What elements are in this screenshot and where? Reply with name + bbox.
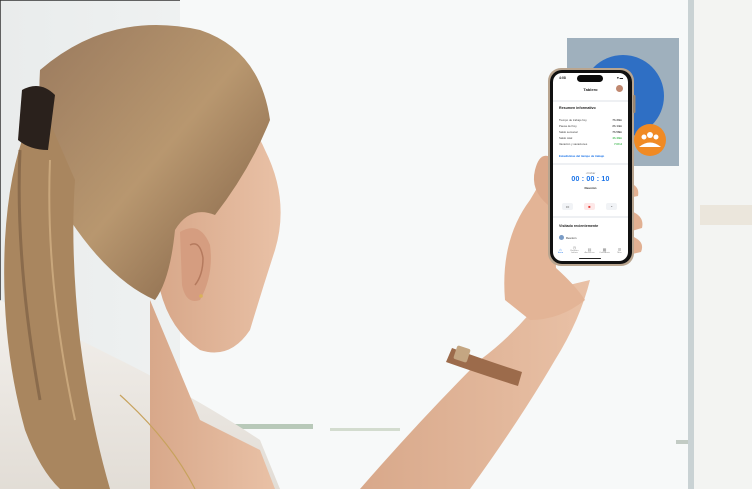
recent-item[interactable]: Reunión [559,235,576,240]
tab-label: Ausencias [584,252,595,254]
divider [553,163,628,165]
timer-activity-label: Reunión [584,186,597,190]
summary-heading: Resumen informativo [559,106,596,110]
summary-row: Saldo total 4h 40m [559,136,622,140]
summary-row-value: 7h 30m [612,118,622,122]
work-timer: 00 : 00 : 10 [571,176,610,183]
summary-row-label: Saldo semanal [559,130,578,134]
summary-row-value: 7h 58m [612,130,622,134]
summary-row-value: 4h 40m [612,136,622,140]
divider [553,216,628,218]
summary-row: Saldo semanal 7h 58m [559,130,622,134]
recent-heading: Visitado recientemente [559,224,599,228]
recent-item-label: Reunión [566,235,577,240]
summary-row-value: 7.00 d [614,142,622,146]
home-indicator [579,257,601,259]
status-bar-icons: ▾ ▬ [616,76,623,80]
photo-scene: 4:08 ▾ ▬ Tablero Resumen informativo Tie… [0,0,752,489]
clock-status: • Fichar [585,171,596,175]
summary-row-label: Saldo total [559,136,573,140]
tab-home[interactable]: ⌂ Inicio [554,247,567,254]
divider [553,100,628,102]
tab-label: Más [617,252,622,254]
tab-label: Calendario [599,252,610,254]
summary-row-label: Vacación y vacaciones [559,142,588,146]
statistics-link[interactable]: Estadísticas del tiempo de trabajo [559,154,604,158]
break-button[interactable]: ◔ [606,203,617,210]
tab-label: Registro horario [570,250,579,254]
summary-row: Vacación y vacaciones 7.00 d [559,142,622,146]
status-bar-time: 4:08 [559,76,566,80]
recent-item-icon [559,235,564,240]
summary-row: Tiempo de trabajo hoy 7h 30m [559,118,622,122]
phone-screen: 4:08 ▾ ▬ Tablero Resumen informativo Tie… [553,73,628,261]
stop-button[interactable]: ■ [584,203,595,210]
tab-absences[interactable]: ▤ Ausencias [583,247,596,254]
summary-row-label: Pausa del hoy [559,124,577,128]
tab-label: Inicio [557,252,564,254]
avatar[interactable] [616,85,623,92]
summary-row-value: 2h 14m [612,124,622,128]
pause-button[interactable]: ▭ [562,203,573,210]
summary-row: Pausa del hoy 2h 14m [559,124,622,128]
tab-calendar[interactable]: ▦ Calendario [598,247,611,254]
tab-more[interactable]: ☰ Más [613,247,626,254]
background-photo [0,0,752,489]
tab-time-tracking[interactable]: ◷ Registro horario [568,245,581,254]
dynamic-island [577,75,603,82]
summary-row-label: Tiempo de trabajo hoy [559,118,587,122]
